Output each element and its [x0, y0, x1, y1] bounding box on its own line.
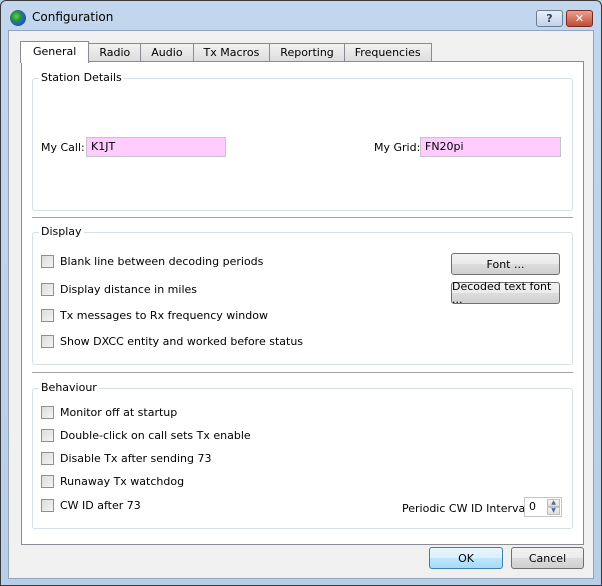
- checkbox-blank-line[interactable]: Blank line between decoding periods: [41, 255, 263, 268]
- behaviour-title: Behaviour: [39, 381, 99, 394]
- separator: [32, 217, 573, 218]
- checkbox-box[interactable]: [41, 475, 54, 488]
- general-tab-pane: Station Details My Call: K1JT My Grid: F…: [21, 61, 584, 545]
- checkbox-box[interactable]: [41, 429, 54, 442]
- checkbox-tx-to-rx[interactable]: Tx messages to Rx frequency window: [41, 309, 268, 322]
- checkbox-label: Show DXCC entity and worked before statu…: [60, 335, 304, 348]
- checkbox-disable-tx-73[interactable]: Disable Tx after sending 73: [41, 452, 212, 465]
- checkbox-box[interactable]: [41, 335, 54, 348]
- checkbox-box[interactable]: [41, 452, 54, 465]
- tab-radio[interactable]: Radio: [88, 43, 142, 62]
- app-globe-icon: [10, 10, 26, 26]
- help-button[interactable]: ?: [536, 10, 563, 27]
- spin-up-arrow-icon[interactable]: ▲: [547, 499, 560, 507]
- checkbox-double-click-tx[interactable]: Double-click on call sets Tx enable: [41, 429, 251, 442]
- checkbox-label: Monitor off at startup: [60, 406, 178, 419]
- display-title: Display: [39, 225, 84, 238]
- checkbox-label: Blank line between decoding periods: [60, 255, 264, 268]
- checkbox-dxcc-status[interactable]: Show DXCC entity and worked before statu…: [41, 335, 303, 348]
- checkbox-label: CW ID after 73: [60, 499, 141, 512]
- checkbox-monitor-off[interactable]: Monitor off at startup: [41, 406, 177, 419]
- separator: [32, 372, 573, 373]
- checkbox-runaway-watchdog[interactable]: Runaway Tx watchdog: [41, 475, 184, 488]
- my-call-input[interactable]: K1JT: [86, 137, 226, 157]
- tab-general[interactable]: General: [20, 41, 90, 63]
- spin-arrows: ▲ ▼: [547, 499, 560, 515]
- my-grid-label: My Grid:: [374, 141, 421, 154]
- my-grid-input[interactable]: FN20pi: [420, 137, 561, 157]
- checkbox-label: Double-click on call sets Tx enable: [60, 429, 251, 442]
- tab-frequencies[interactable]: Frequencies: [343, 43, 432, 62]
- title-bar[interactable]: Configuration ? ✕: [1, 1, 601, 31]
- checkbox-box[interactable]: [41, 499, 54, 512]
- checkbox-label: Display distance in miles: [60, 283, 198, 296]
- configuration-dialog: Configuration ? ✕ General Radio Audio Tx…: [0, 0, 602, 586]
- dialog-client-area: General Radio Audio Tx Macros Reporting …: [8, 30, 594, 579]
- window-title: Configuration: [32, 10, 114, 24]
- checkbox-box[interactable]: [41, 406, 54, 419]
- checkbox-box[interactable]: [41, 309, 54, 322]
- tab-reporting[interactable]: Reporting: [269, 43, 345, 62]
- cw-interval-label: Periodic CW ID Interval:: [402, 502, 532, 515]
- font-button[interactable]: Font ...: [451, 253, 560, 275]
- checkbox-box[interactable]: [41, 283, 54, 296]
- cancel-button[interactable]: Cancel: [511, 547, 584, 569]
- tab-tx-macros[interactable]: Tx Macros: [192, 43, 271, 62]
- decoded-text-font-button[interactable]: Decoded text font ...: [451, 280, 560, 306]
- cw-interval-spinbox[interactable]: 0 ▲ ▼: [524, 497, 562, 517]
- close-button[interactable]: ✕: [566, 10, 593, 27]
- behaviour-group: Behaviour Monitor off at startup Double-…: [32, 381, 573, 529]
- station-details-title: Station Details: [39, 71, 124, 84]
- checkbox-label: Tx messages to Rx frequency window: [60, 309, 268, 322]
- display-group: Display Blank line between decoding peri…: [32, 225, 573, 365]
- ok-button[interactable]: OK: [429, 547, 503, 569]
- station-details-group: Station Details My Call: K1JT My Grid: F…: [32, 71, 573, 211]
- cw-interval-value[interactable]: 0: [529, 500, 536, 513]
- checkbox-cw-id-73[interactable]: CW ID after 73: [41, 499, 141, 512]
- spin-down-arrow-icon[interactable]: ▼: [547, 507, 560, 515]
- checkbox-distance-miles[interactable]: Display distance in miles: [41, 283, 197, 296]
- checkbox-label: Disable Tx after sending 73: [60, 452, 212, 465]
- checkbox-box[interactable]: [41, 255, 54, 268]
- my-call-label: My Call:: [41, 141, 85, 154]
- checkbox-label: Runaway Tx watchdog: [60, 475, 185, 488]
- tab-audio[interactable]: Audio: [140, 43, 194, 62]
- tab-bar: General Radio Audio Tx Macros Reporting …: [20, 41, 432, 63]
